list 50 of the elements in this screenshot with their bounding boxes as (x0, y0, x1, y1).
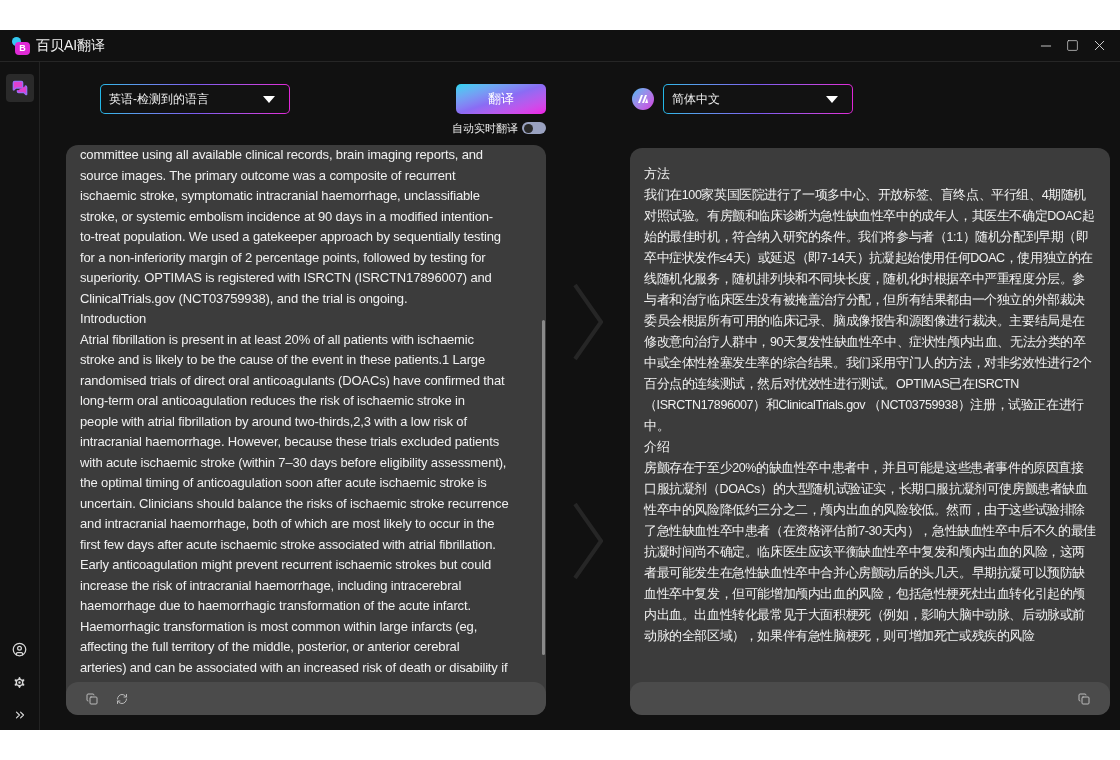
source-text-line: superiority. OPTIMAS is registered with ISRCTN (ISRCTN17896007) and (80, 269, 492, 287)
source-text-line: Haemorrhagic transformation is most common within large infarcts (eg, (80, 617, 478, 636)
source-text-line: arteries) and can be associated with an increased risk of death or disability if (80, 658, 508, 677)
translation-paragraph: 介绍 (644, 439, 671, 456)
refresh-icon[interactable] (116, 692, 128, 705)
settings-icon[interactable] (12, 675, 27, 690)
source-text-line: Early anticoagulation might prevent recurrent ischaemic strokes but could (80, 556, 492, 574)
copy-icon[interactable] (86, 692, 98, 705)
source-text-panel[interactable] (66, 145, 546, 715)
source-text-line: increase the risk of intracranial haemorrhage, including intracerebral (80, 576, 462, 595)
auto-translate-label: 自动实时翻译 (452, 120, 518, 136)
caret-icon (826, 95, 838, 103)
source-text-line: and intracranial haemorrhage, both of which are most likely to occur in the (80, 515, 495, 533)
source-text-line: ClinicalTrials.gov (NCT03759938), and the trial is ongoing. (80, 289, 408, 308)
translation-paragraph: 房颤存在于至少20%的缺血性卒中患者中，并且可能是这些患者事件的原因直接口服抗凝剂（DOACs）的大型随机试验证实，长期口服抗凝剂可使房颤患者缺血性卒中的风险降低约三分之二，颅内出血的风险较低。然而，由于这些试验排除了急性缺血性卒中患者（在资格评估前7-30天内），急性缺血性卒中后不久的最佳抗凝时间尚不确定。临床医生应该平衡缺血性卒中复发和颅内出血的风险，这两者最可能发生在急性缺血性卒中合并心房颤动后的头几天。早期抗凝可以预防缺血性卒中复发，但可能增加颅内出血的风险，包括急性梗死灶出血转化引起的颅内出血。出血性转化最常见于大面积梗死（例如，影响大脑中动脉、后动脉或前动脉的全部区域），如果伴有急性脑梗死，则可增加死亡或残疾的风险 (644, 460, 1096, 645)
app-logo: B (12, 36, 30, 55)
source-text-line: source images. The primary outcome was a composite of recurrent (80, 166, 456, 185)
user-icon[interactable] (12, 642, 27, 657)
source-text-line: people with atrial fibrillation by around two-thirds,2,3 with a low risk of (80, 412, 467, 431)
source-text-line: Atrial fibrillation is present in at least 20% of all patients with ischaemic (80, 330, 474, 349)
source-text-line: to-treat population. We used a gatekeeper approach by sequentially testing (80, 228, 501, 246)
source-text-line: stroke, or systemic embolism incidence at 90 days in a modified intention- (80, 207, 494, 226)
language-select[interactable]: 英语-检测到的语言 (100, 84, 290, 114)
source-text-line: with acute ischaemic stroke (within 7–30 days before eligibility assessment), (80, 453, 507, 472)
caret-icon (263, 95, 275, 103)
language-select[interactable]: 简体中文 (663, 84, 853, 114)
source-text-line: stroke and is likely to be the cause of the event in these patients.1 Large (80, 351, 485, 369)
source-text-line: haemorrhage due to haemorrhagic transformation of the acute infarct. (80, 597, 471, 615)
ai-logo (632, 88, 654, 110)
source-text-line: randomised trials of direct oral anticoagulants (DOACs) have confirmed that (80, 371, 505, 390)
auto-translate-toggle[interactable] (522, 122, 546, 134)
maximize-icon[interactable] (1066, 39, 1079, 52)
source-text-line: intracranial haemorrhage. However, because these trials excluded patients (80, 433, 499, 451)
scrollbar-thumb[interactable] (542, 320, 545, 655)
translation-paragraph: 方法 (644, 166, 671, 183)
source-text-line: for a non-inferiority margin of 2 percentage points, followed by testing for (80, 248, 486, 267)
translation-paragraph: 我们在100家英国医院进行了一项多中心、开放标签、盲终点、平行组、4期随机对照试验。有房颤和临床诊断为急性缺血性卒中的成年人，其医生不确定DOAC起始的最佳时机，符合纳入研究的条件。我们将参与者（1:1）随机分配到早期（即卒中症状发作≤4天）或延迟（即7-14天）抗凝起始使用任何DOAC，使用独立的在线随机化服务，随机排列块和不同块长度，随机化时根据卒中严重程度分层。参与者和治疗临床医生没有被掩盖治疗分配，但所有结果都由一个独立的外部裁决委员会根据所有可用的临床记录、脑成像报告和源图像进行裁决。主要结局是在修改意向治疗人群中，90天复发性缺血性卒中、症状性颅内出血、无法分类的卒中或全体性栓塞发生率的综合结果。我们采用守门人的方法，对非劣效性进行2个百分点的连续测试，然后对优效性进行测试。OPTIMAS已在ISRCTN （ISRCTN17896007）和ClinicalTrials.gov （NCT03759938）注册，试验正在进行中。 (644, 187, 1096, 435)
source-text-line: ischaemic stroke, symptomatic intracranial haemorrhage, unclassifiable (80, 187, 480, 205)
source-text-line: Introduction (80, 310, 147, 328)
source-text-line: uncertain. Clinicians should balance the risks of ischaemic stroke recurrence (80, 494, 509, 513)
source-text-line: affecting the full territory of the middle, posterior, or anterior cerebral (80, 638, 460, 656)
copy-icon[interactable] (1078, 692, 1090, 705)
window-title: 百贝AI翻译 (36, 36, 106, 55)
source-text-line: long-term oral anticoagulation reduces the risk of ischaemic stroke in (80, 392, 465, 410)
translate-button[interactable]: 翻译 (456, 84, 546, 114)
chat-nav-item[interactable] (5, 74, 34, 102)
source-text-line: the optimal timing of anticoagulation soon after acute ischaemic stroke is (80, 474, 487, 492)
source-text-line: first few days after acute ischaemic stroke associated with atrial fibrillation. (80, 535, 496, 554)
source-text-line: committee using all available clinical records, brain imaging reports, and (80, 146, 483, 164)
chat-icon (11, 80, 28, 96)
